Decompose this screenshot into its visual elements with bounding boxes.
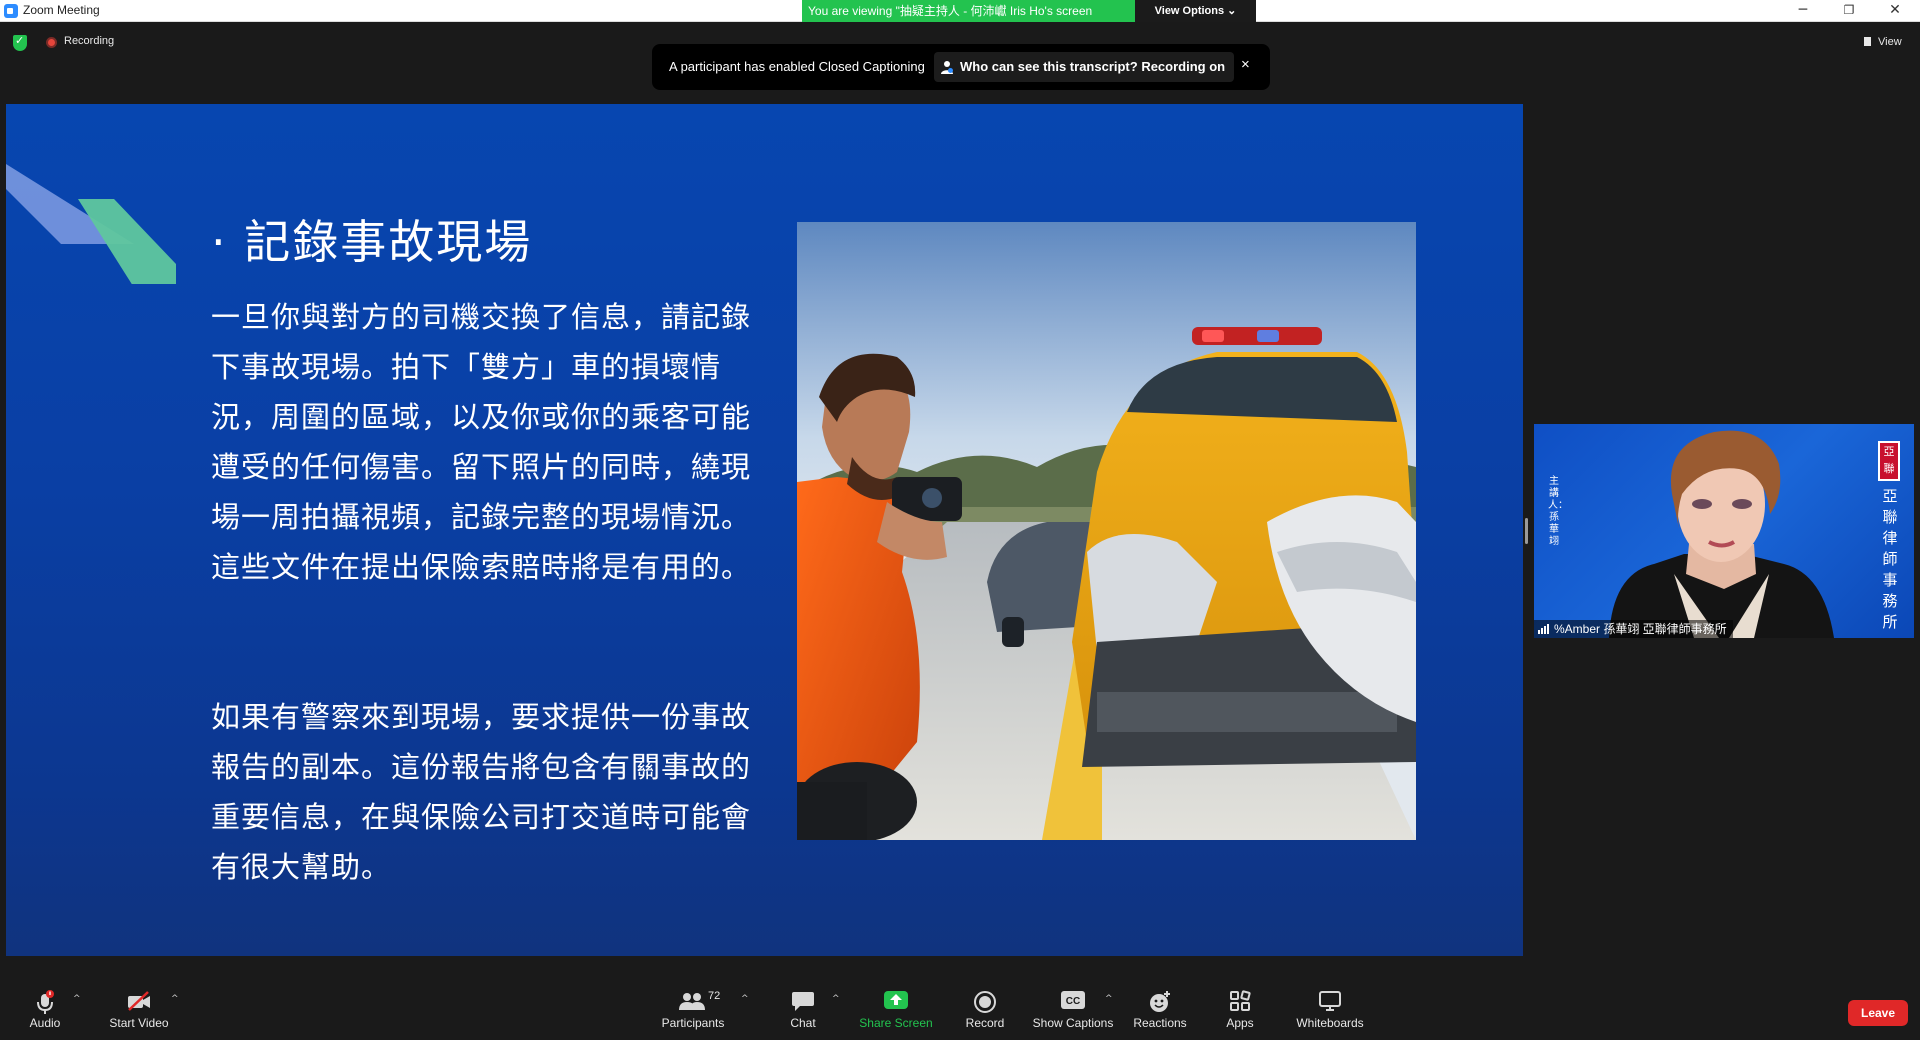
apps-button[interactable]: Apps bbox=[1216, 990, 1264, 1034]
closed-caption-notification: A participant has enabled Closed Caption… bbox=[652, 44, 1270, 90]
record-button[interactable]: Record bbox=[959, 990, 1011, 1034]
encryption-shield-icon[interactable] bbox=[13, 34, 27, 51]
title-bar: Zoom Meeting You are viewing "抽疑主持人 - 何沛… bbox=[0, 0, 1920, 22]
panel-resize-handle[interactable] bbox=[1525, 518, 1528, 544]
transcript-visibility-link[interactable]: Who can see this transcript? Recording o… bbox=[934, 52, 1234, 82]
leave-meeting-button[interactable]: Leave bbox=[1848, 1000, 1908, 1026]
audio-label: Audio bbox=[29, 1016, 61, 1030]
reactions-label: Reactions bbox=[1133, 1016, 1187, 1030]
participants-count: 72 bbox=[708, 990, 721, 1002]
participant-name-label: %Amber 孫華翊 亞聯律師事務所 bbox=[1534, 620, 1733, 638]
video-off-icon bbox=[128, 991, 150, 1011]
show-captions-button[interactable]: CC Show Captions bbox=[1031, 990, 1115, 1034]
view-options-button[interactable]: View Options ⌄ bbox=[1135, 0, 1256, 22]
chat-icon bbox=[792, 992, 814, 1011]
firm-name-vertical: 亞聯律師事務所 bbox=[1882, 487, 1898, 631]
share-screen-icon bbox=[884, 991, 908, 1009]
chat-label: Chat bbox=[790, 1016, 816, 1030]
slide-heading: · 記錄事故現場 bbox=[211, 215, 533, 269]
whiteboards-button[interactable]: Whiteboards bbox=[1290, 990, 1370, 1034]
signal-strength-icon bbox=[1538, 624, 1550, 634]
record-icon bbox=[974, 991, 996, 1013]
whiteboards-label: Whiteboards bbox=[1296, 1016, 1364, 1030]
recording-indicator-icon bbox=[46, 37, 57, 48]
reactions-button[interactable]: Reactions bbox=[1132, 990, 1188, 1034]
apps-icon bbox=[1230, 990, 1251, 1011]
participants-button[interactable]: 72 Participants bbox=[656, 990, 730, 1034]
accident-photo bbox=[797, 222, 1416, 840]
captions-options-caret[interactable]: ^ bbox=[1105, 994, 1113, 1004]
transcript-visibility-text: Who can see this transcript? Recording o… bbox=[960, 59, 1226, 74]
audio-options-caret[interactable]: ^ bbox=[73, 994, 81, 1004]
closed-captions-icon: CC bbox=[1061, 991, 1085, 1009]
whiteboard-icon bbox=[1319, 991, 1341, 1011]
participants-label: Participants bbox=[661, 1016, 725, 1030]
firm-seal-logo: 亞聯 bbox=[1878, 441, 1900, 481]
meeting-area: Recording View A participant has enabled… bbox=[0, 22, 1920, 962]
screen-share-banner: You are viewing "抽疑主持人 - 何沛巘 Iris Ho's s… bbox=[802, 0, 1135, 22]
share-screen-label: Share Screen bbox=[859, 1016, 933, 1030]
restore-button[interactable]: ❐ bbox=[1826, 0, 1872, 22]
participants-options-caret[interactable]: ^ bbox=[741, 994, 749, 1004]
participants-icon bbox=[679, 993, 705, 1010]
microphone-icon bbox=[37, 990, 54, 1014]
participant-video-feed bbox=[1609, 430, 1834, 638]
slide-paragraph-1: 一旦你與對方的司機交換了信息，請記錄下事故現場。拍下「雙方」車的損壞情況，周圍的… bbox=[211, 300, 752, 584]
show-captions-label: Show Captions bbox=[1032, 1016, 1114, 1030]
start-video-label: Start Video bbox=[109, 1016, 169, 1030]
reactions-icon bbox=[1150, 991, 1170, 1012]
chat-options-caret[interactable]: ^ bbox=[832, 994, 840, 1004]
video-options-caret[interactable]: ^ bbox=[171, 994, 179, 1004]
audio-button[interactable]: Audio bbox=[22, 990, 68, 1034]
chat-button[interactable]: Chat bbox=[780, 990, 826, 1034]
minimize-button[interactable]: ─ bbox=[1780, 0, 1826, 22]
start-video-button[interactable]: Start Video bbox=[104, 990, 174, 1034]
recording-label: Recording bbox=[64, 35, 115, 47]
window-title: Zoom Meeting bbox=[23, 3, 100, 17]
close-notification-icon[interactable]: × bbox=[1241, 56, 1250, 73]
meeting-toolbar: Audio ^ Start Video ^ 72 Participants ^ … bbox=[0, 962, 1920, 1040]
participant-name: %Amber 孫華翊 亞聯律師事務所 bbox=[1554, 622, 1727, 636]
share-screen-button[interactable]: Share Screen bbox=[856, 990, 936, 1034]
speaker-caption-vertical: 主講人：孫華翊 bbox=[1548, 476, 1568, 547]
slide-paragraph-2: 如果有警察來到現場，要求提供一份事故報告的副本。這份報告將包含有關事故的重要信息… bbox=[211, 700, 752, 884]
view-label: View bbox=[1878, 36, 1902, 48]
person-icon bbox=[941, 61, 953, 74]
record-label: Record bbox=[965, 1016, 1005, 1030]
svg-text:CC: CC bbox=[1066, 996, 1080, 1007]
participant-video-tile[interactable]: 主講人：孫華翊 亞聯 亞聯律師事務所 %Amber 孫華翊 亞聯律師事務所 bbox=[1534, 424, 1914, 638]
view-layout-button[interactable]: View bbox=[1854, 31, 1912, 53]
zoom-logo-icon bbox=[4, 4, 18, 18]
caption-notice-text: A participant has enabled Closed Caption… bbox=[669, 59, 925, 74]
close-window-button[interactable]: ✕ bbox=[1872, 0, 1918, 22]
apps-label: Apps bbox=[1226, 1016, 1254, 1030]
slide-decoration bbox=[6, 164, 176, 284]
shared-screen-slide: · 記錄事故現場 一旦你與對方的司機交換了信息，請記錄下事故現場。拍下「雙方」車… bbox=[6, 104, 1523, 956]
